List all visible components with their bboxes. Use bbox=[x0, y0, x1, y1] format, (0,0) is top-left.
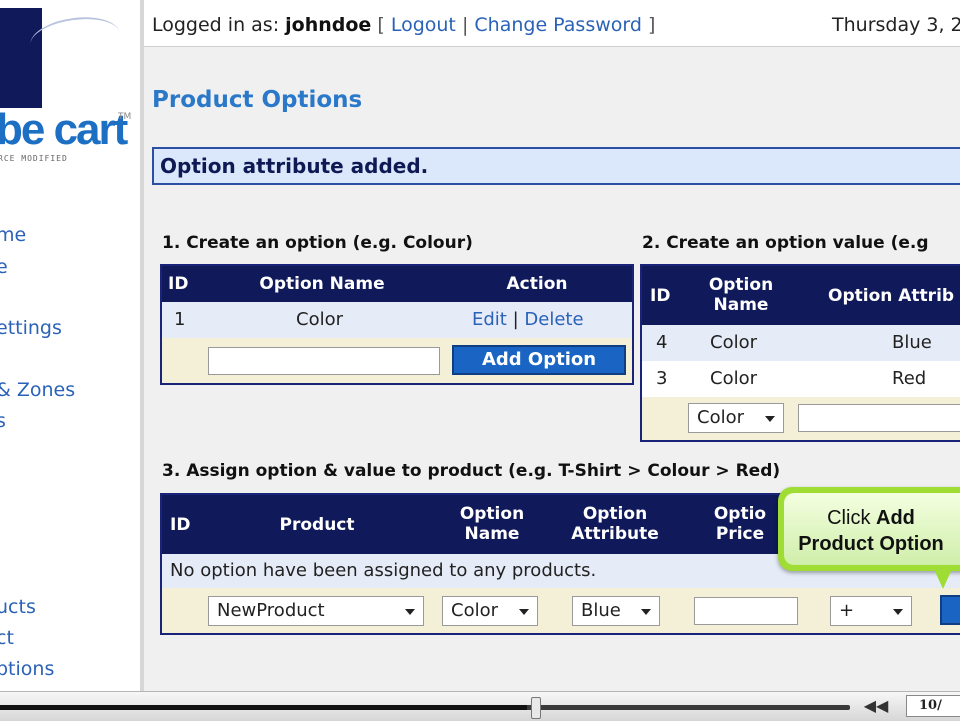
row-option-name: Color bbox=[296, 309, 343, 330]
logged-in-label: Logged in as: bbox=[152, 14, 280, 36]
col-option-name: Option Name bbox=[259, 274, 385, 294]
add-value-row: Color bbox=[642, 397, 960, 440]
action-separator: | bbox=[512, 309, 519, 330]
col-option-name: Option Name bbox=[459, 504, 525, 544]
logo-trademark: TM bbox=[118, 112, 132, 122]
chevron-down-icon bbox=[893, 609, 903, 615]
progress-thumb[interactable] bbox=[531, 697, 541, 719]
option-name-input[interactable] bbox=[208, 347, 440, 375]
sidebar-link-options[interactable]: ptions bbox=[0, 658, 54, 680]
add-option-row: Add Option bbox=[162, 338, 632, 383]
option-value-input[interactable] bbox=[798, 404, 960, 432]
change-password-link[interactable]: Change Password bbox=[474, 14, 642, 36]
success-message: Option attribute added. bbox=[152, 147, 960, 185]
col-option-price: Optio Price bbox=[713, 504, 767, 544]
col-option-attribute: Option Attrib bbox=[828, 286, 955, 306]
row-id: 4 bbox=[656, 332, 668, 353]
row-option-attribute: Red bbox=[892, 368, 927, 389]
product-select[interactable]: NewProduct bbox=[208, 596, 424, 626]
tutorial-callout: Click Add Product Option bbox=[778, 487, 960, 571]
row-actions: Edit | Delete bbox=[472, 309, 584, 330]
table-header: ID Option Name Action bbox=[162, 266, 632, 302]
row-id: 1 bbox=[174, 309, 186, 330]
delete-link[interactable]: Delete bbox=[524, 309, 583, 330]
create-option-value-panel: ID Option Name Option Attrib 4 Color Blu… bbox=[640, 264, 960, 442]
chevron-down-icon bbox=[405, 609, 415, 615]
page-counter[interactable]: 10/ bbox=[906, 695, 960, 717]
col-id: ID bbox=[650, 286, 671, 306]
logout-link[interactable]: Logout bbox=[391, 14, 456, 36]
callout-pointer bbox=[933, 567, 953, 589]
chevron-down-icon bbox=[765, 416, 775, 422]
row-option-attribute: Blue bbox=[892, 332, 932, 353]
sidebar-link-zones[interactable]: & Zones bbox=[0, 379, 75, 401]
option-name-select[interactable]: Color bbox=[442, 596, 538, 626]
logo-tagline: RCE MODIFIED bbox=[0, 154, 68, 163]
option-price-input[interactable] bbox=[694, 597, 798, 625]
section-1-title: 1. Create an option (e.g. Colour) bbox=[162, 233, 473, 253]
option-select[interactable]: Color bbox=[688, 403, 784, 433]
row-id: 3 bbox=[656, 368, 668, 389]
table-row: 3 Color Red bbox=[642, 361, 960, 397]
top-bar: Logged in as: johndoe [ Logout | Change … bbox=[144, 0, 960, 47]
row-option-name: Color bbox=[710, 332, 757, 353]
assign-row: NewProduct Color Blue + bbox=[162, 588, 960, 633]
sidebar-link-2[interactable]: e bbox=[0, 256, 8, 278]
col-product: Product bbox=[279, 515, 355, 535]
sidebar-link-product[interactable]: ct bbox=[0, 627, 14, 649]
col-action: Action bbox=[506, 274, 568, 294]
rewind-icon[interactable]: ◀◀ bbox=[858, 696, 894, 716]
current-date: Thursday 3, 2 bbox=[832, 14, 960, 36]
table-row: 1 Color Edit | Delete bbox=[162, 302, 632, 338]
sidebar-link-products[interactable]: ucts bbox=[0, 596, 36, 618]
table-header: ID Option Name Option Attrib bbox=[642, 266, 960, 325]
username: johndoe bbox=[285, 14, 372, 36]
login-status: Logged in as: johndoe [ Logout | Change … bbox=[152, 14, 656, 36]
progress-track[interactable] bbox=[0, 697, 850, 719]
table-row: 4 Color Blue bbox=[642, 325, 960, 361]
add-product-option-button[interactable] bbox=[940, 595, 960, 625]
option-attribute-select[interactable]: Blue bbox=[572, 596, 660, 626]
sidebar-link-5[interactable]: s bbox=[0, 410, 6, 432]
col-option-attribute: Option Attribute bbox=[571, 504, 659, 544]
chevron-down-icon bbox=[519, 609, 529, 615]
logo-text: be cart bbox=[0, 105, 128, 154]
edit-link[interactable]: Edit bbox=[472, 309, 507, 330]
page-title: Product Options bbox=[152, 87, 363, 113]
sidebar-link-settings[interactable]: ettings bbox=[0, 317, 62, 339]
col-id: ID bbox=[170, 515, 191, 535]
section-2-title: 2. Create an option value (e.g bbox=[642, 233, 929, 253]
col-option-name: Option Name bbox=[708, 275, 774, 315]
create-option-panel: ID Option Name Action 1 Color Edit | Del… bbox=[160, 264, 634, 385]
section-3-title: 3. Assign option & value to product (e.g… bbox=[162, 461, 781, 481]
row-option-name: Color bbox=[710, 368, 757, 389]
empty-message: No option have been assigned to any prod… bbox=[170, 560, 597, 581]
sidebar-link-home[interactable]: me bbox=[0, 224, 26, 246]
callout-text: Click Add Product Option bbox=[798, 507, 944, 555]
sidebar: be cart TM RCE MODIFIED me e ettings & Z… bbox=[0, 0, 140, 720]
add-option-button[interactable]: Add Option bbox=[452, 345, 626, 375]
chevron-down-icon bbox=[641, 609, 651, 615]
progress-fill bbox=[0, 705, 527, 710]
price-prefix-select[interactable]: + bbox=[830, 596, 912, 626]
main-content: Product Options Option attribute added. … bbox=[144, 47, 960, 691]
player-bar: ◀◀ 10/ bbox=[0, 691, 960, 721]
col-id: ID bbox=[168, 274, 189, 294]
